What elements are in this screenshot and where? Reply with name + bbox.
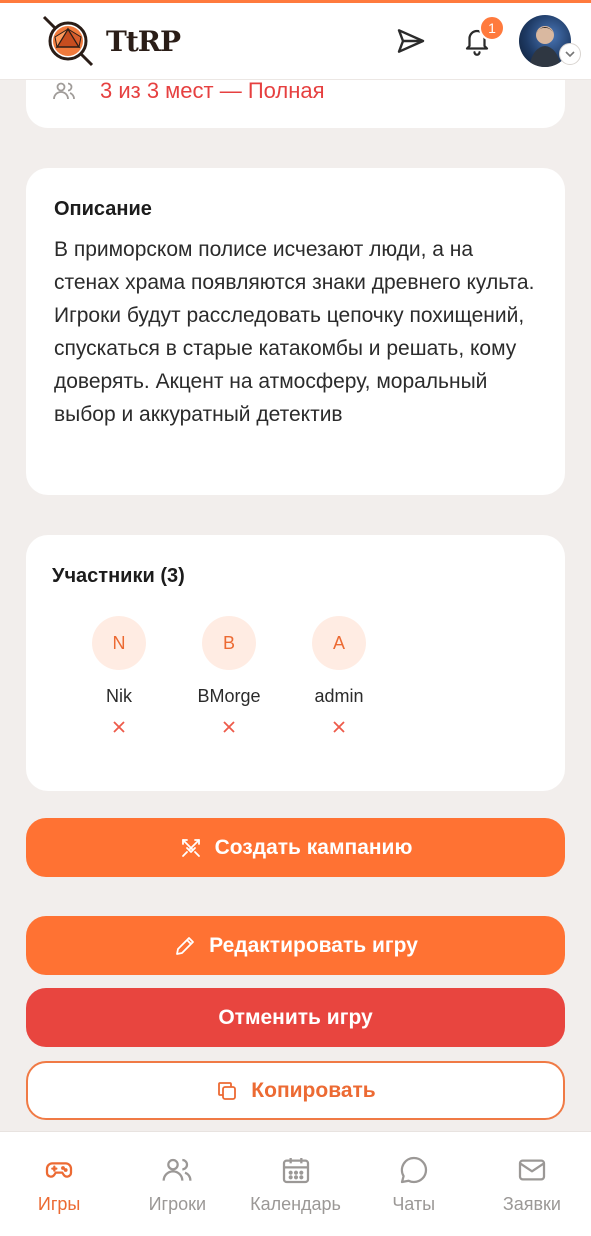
notifications-button[interactable]: 1 <box>457 15 505 61</box>
copy-label: Копировать <box>251 1078 376 1102</box>
send-button[interactable] <box>391 21 431 61</box>
nav-item-calendar[interactable]: Календарь <box>236 1132 354 1236</box>
create-campaign-button[interactable]: Создать кампанию <box>26 818 565 877</box>
remove-participant-button[interactable] <box>217 715 241 739</box>
participant-item: N Nik <box>64 616 174 739</box>
nav-item-requests[interactable]: Заявки <box>473 1132 591 1236</box>
chat-icon <box>400 1156 427 1184</box>
nav-item-chats[interactable]: Чаты <box>355 1132 473 1236</box>
header-actions: 1 <box>391 15 581 67</box>
description-card: Описание В приморском полисе исчезают лю… <box>26 168 565 495</box>
participant-avatar[interactable]: N <box>92 616 146 670</box>
crossed-swords-icon <box>181 838 200 857</box>
participants-card: Участники (3) N Nik B BMorge A admin <box>26 535 565 791</box>
app-logo[interactable]: TtRP <box>40 13 181 69</box>
description-text: В приморском полисе исчезают люди, а на … <box>54 238 535 426</box>
seats-row: 3 из 3 мест — Полная <box>52 78 325 104</box>
participant-item: B BMorge <box>174 616 284 739</box>
participant-avatar[interactable]: A <box>312 616 366 670</box>
app-header: TtRP 1 <box>0 3 591 80</box>
remove-participant-button[interactable] <box>327 715 351 739</box>
nav-item-games[interactable]: Игры <box>0 1132 118 1236</box>
participants-title: Участники (3) <box>52 565 185 587</box>
edit-game-button[interactable]: Редактировать игру <box>26 916 565 975</box>
calendar-icon <box>282 1158 309 1184</box>
d20-logo-icon <box>42 15 94 67</box>
cancel-game-label: Отменить игру <box>218 1005 373 1029</box>
description-title: Описание <box>54 198 152 220</box>
user-menu[interactable] <box>519 15 581 67</box>
bottom-navigation: Игры Игроки Календарь Чаты Заявки <box>0 1131 591 1236</box>
notifications-badge: 1 <box>479 15 505 41</box>
logo-text: TtRP <box>106 24 181 58</box>
create-campaign-label: Создать кампанию <box>214 835 413 859</box>
nav-label-requests: Заявки <box>502 1194 561 1214</box>
users-icon <box>162 1158 192 1181</box>
users-icon <box>53 82 75 100</box>
close-icon <box>223 721 235 733</box>
nav-label-calendar: Календарь <box>250 1194 341 1214</box>
participant-name[interactable]: BMorge <box>197 686 260 707</box>
nav-label-chats: Чаты <box>392 1194 436 1214</box>
chevron-down-icon[interactable] <box>559 43 581 65</box>
copy-icon <box>218 1081 237 1100</box>
pencil-icon <box>176 936 195 955</box>
nav-item-players[interactable]: Игроки <box>118 1132 236 1236</box>
remove-participant-button[interactable] <box>107 715 131 739</box>
participant-item: A admin <box>284 616 394 739</box>
mail-icon <box>518 1159 546 1181</box>
gamepad-icon <box>45 1162 73 1178</box>
nav-label-players: Игроки <box>148 1194 207 1214</box>
edit-game-label: Редактировать игру <box>209 933 418 957</box>
seats-status: 3 из 3 мест — Полная <box>100 78 325 103</box>
send-icon <box>397 29 425 53</box>
cancel-game-button[interactable]: Отменить игру <box>26 988 565 1047</box>
nav-label-games: Игры <box>37 1194 81 1214</box>
participants-list: N Nik B BMorge A admin <box>64 616 539 739</box>
close-icon <box>333 721 345 733</box>
participant-avatar[interactable]: B <box>202 616 256 670</box>
participant-name[interactable]: Nik <box>106 686 132 707</box>
close-icon <box>113 721 125 733</box>
copy-button[interactable]: Копировать <box>26 1061 565 1120</box>
participant-name[interactable]: admin <box>314 686 363 707</box>
